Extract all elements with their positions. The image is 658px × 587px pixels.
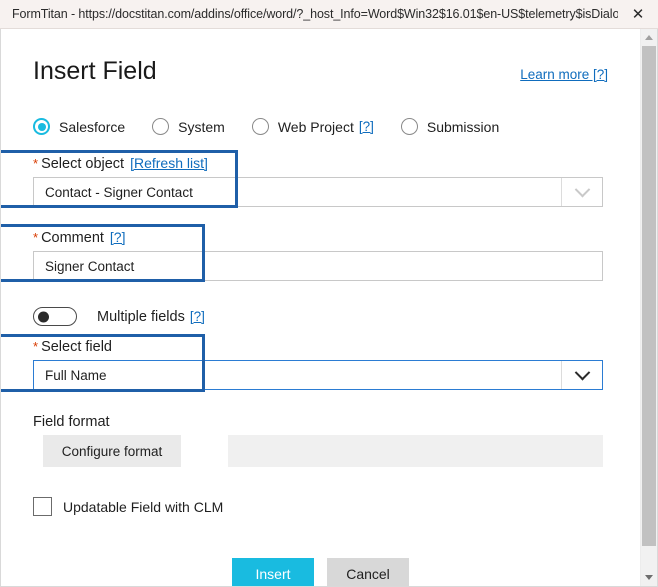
radio-salesforce[interactable]: Salesforce <box>33 118 125 135</box>
select-field-dropdown[interactable]: Full Name <box>33 360 603 390</box>
dialog-body: Insert Field Learn more [?] Salesforce S… <box>1 29 640 586</box>
title-bar: FormTitan - https://docstitan.com/addins… <box>0 0 658 29</box>
multiple-fields-toggle[interactable] <box>33 307 77 326</box>
field-format-label: Field format <box>33 414 110 430</box>
select-object-label: * Select object [Refresh list] <box>33 155 608 172</box>
comment-input[interactable]: Signer Contact <box>33 251 603 281</box>
updatable-field-checkbox[interactable] <box>33 497 52 516</box>
radio-label-system: System <box>178 118 225 135</box>
radio-indicator-system <box>152 118 170 135</box>
toggle-knob <box>38 311 49 322</box>
comment-help-link[interactable]: [?] <box>110 229 126 245</box>
chevron-down-icon[interactable] <box>561 361 602 389</box>
updatable-field-label: Updatable Field with CLM <box>63 498 224 515</box>
radio-submission[interactable]: Submission <box>400 118 500 135</box>
page-title: Insert Field <box>33 57 157 85</box>
configure-format-button[interactable]: Configure format <box>43 435 181 467</box>
select-object-dropdown[interactable]: Contact - Signer Contact <box>33 177 603 207</box>
radio-label-web-project: Web Project <box>277 118 354 135</box>
select-field-label-text: Select field <box>41 339 112 355</box>
multiple-fields-label-text: Multiple fields <box>97 308 185 325</box>
source-type-radio-group: Salesforce System Web Project [?] Submis… <box>1 118 640 135</box>
required-marker: * <box>33 230 39 245</box>
updatable-field-checkbox-row[interactable]: Updatable Field with CLM <box>1 497 640 516</box>
select-object-group: * Select object [Refresh list] Contact -… <box>1 150 640 208</box>
dialog-window: FormTitan - https://docstitan.com/addins… <box>0 0 658 587</box>
required-marker: * <box>33 339 39 354</box>
select-field-value: Full Name <box>45 367 107 383</box>
radio-label-salesforce: Salesforce <box>59 118 126 135</box>
multiple-fields-label: Multiple fields [?] <box>97 309 205 325</box>
field-format-row: Configure format <box>33 435 608 467</box>
vertical-scrollbar[interactable] <box>640 29 657 586</box>
select-object-value: Contact - Signer Contact <box>45 184 193 200</box>
cancel-button[interactable]: Cancel <box>327 558 409 586</box>
scrollbar-thumb[interactable] <box>642 46 656 546</box>
required-marker: * <box>33 156 39 171</box>
learn-more-link[interactable]: Learn more [?] <box>520 67 608 82</box>
radio-indicator-salesforce <box>33 118 50 135</box>
scroll-down-arrow-icon[interactable] <box>641 569 657 586</box>
select-field-group: * Select field Full Name <box>1 334 640 392</box>
field-format-readonly-value <box>228 435 603 467</box>
radio-indicator-web-project <box>251 118 269 135</box>
radio-web-project[interactable]: Web Project [?] <box>251 118 374 135</box>
select-object-label-text: Select object <box>41 156 125 172</box>
close-icon[interactable]: ✕ <box>618 0 658 28</box>
chevron-down-icon[interactable] <box>561 178 602 206</box>
dialog-footer: Insert Cancel <box>1 558 640 586</box>
comment-group: * Comment [?] Signer Contact <box>1 224 640 282</box>
comment-label: * Comment [?] <box>33 229 608 246</box>
scroll-up-arrow-icon[interactable] <box>641 29 657 46</box>
header: Insert Field Learn more [?] <box>1 29 640 86</box>
format-spacer <box>181 435 228 467</box>
field-format-group: Field format Configure format <box>1 414 640 467</box>
multiple-fields-row: Multiple fields [?] <box>1 307 640 326</box>
insert-button[interactable]: Insert <box>232 558 314 586</box>
window-title: FormTitan - https://docstitan.com/addins… <box>12 7 618 21</box>
radio-label-submission: Submission <box>426 118 500 135</box>
comment-label-text: Comment <box>41 230 104 246</box>
refresh-list-link[interactable]: [Refresh list] <box>130 155 208 171</box>
radio-indicator-submission <box>400 118 418 135</box>
web-project-help-link[interactable]: [?] <box>359 119 374 134</box>
radio-system[interactable]: System <box>152 118 225 135</box>
select-field-label: * Select field <box>33 339 608 355</box>
content-shell: Insert Field Learn more [?] Salesforce S… <box>0 29 658 587</box>
comment-value: Signer Contact <box>45 258 135 274</box>
multiple-fields-help-link[interactable]: [?] <box>190 309 205 324</box>
